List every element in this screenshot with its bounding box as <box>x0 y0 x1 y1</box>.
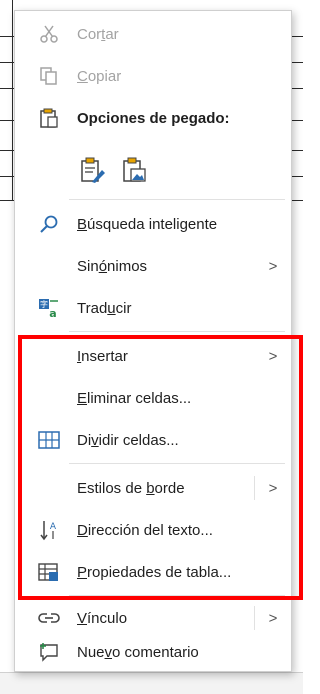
svg-text:a: a <box>49 307 56 319</box>
menu-item-label: Estilos de borde <box>77 479 185 497</box>
menu-item-copy[interactable]: Copiar <box>15 57 291 95</box>
menu-item-link[interactable]: Vínculo > <box>15 599 291 637</box>
menu-item-label: Copiar <box>77 67 122 85</box>
menu-item-text-direction[interactable]: A Dirección del texto... <box>15 511 291 549</box>
translate-icon: 字 a <box>37 296 61 320</box>
context-menu: Cortar Copiar Opciones de pegado: Búsque… <box>14 10 303 672</box>
menu-item-cut[interactable]: Cortar <box>15 15 291 53</box>
menu-item-label: Opciones de pegado: <box>77 109 230 127</box>
chevron-right-icon: > <box>268 257 278 275</box>
menu-item-label: Dividir celdas... <box>77 431 179 449</box>
menu-item-label: Eliminar celdas... <box>77 389 192 407</box>
text-direction-icon: A <box>37 518 61 542</box>
copy-icon <box>37 64 61 88</box>
table-border-line <box>12 0 13 200</box>
menu-separator <box>69 331 285 332</box>
status-bar-strip <box>0 672 303 694</box>
menu-item-border-styles[interactable]: Estilos de borde > <box>15 469 291 507</box>
table-properties-icon <box>37 560 61 584</box>
menu-item-split-cells[interactable]: Dividir celdas... <box>15 421 291 459</box>
menu-item-delete-cells[interactable]: Eliminar celdas... <box>15 379 291 417</box>
menu-item-label: Dirección del texto... <box>77 521 213 539</box>
clipboard-icon <box>37 106 61 130</box>
scissors-icon <box>37 22 61 46</box>
menu-item-label: Propiedades de tabla... <box>77 563 232 581</box>
paste-keep-formatting-icon[interactable] <box>77 155 107 185</box>
menu-item-label: Traducir <box>77 299 132 317</box>
menu-item-translate[interactable]: 字 a Traducir <box>15 289 291 327</box>
new-comment-icon <box>37 640 61 664</box>
menu-item-smart-lookup[interactable]: Búsqueda inteligente <box>15 205 291 243</box>
menu-item-label: Nuevo comentario <box>77 643 199 661</box>
menu-item-insert[interactable]: Insertar > <box>15 337 291 375</box>
paste-picture-icon[interactable] <box>119 155 149 185</box>
chevron-right-icon: > <box>268 347 278 365</box>
chevron-right-icon[interactable]: > <box>265 608 281 628</box>
menu-separator <box>69 463 285 464</box>
menu-item-paste-options: Opciones de pegado: <box>15 99 291 137</box>
menu-item-label: Sinónimos <box>77 257 148 275</box>
split-button-divider <box>254 476 255 500</box>
split-cells-icon <box>37 428 61 452</box>
menu-item-label: Vínculo <box>77 609 128 627</box>
menu-item-label: Cortar <box>77 25 119 43</box>
svg-text:字: 字 <box>40 299 48 309</box>
search-icon <box>37 212 61 236</box>
menu-item-table-properties[interactable]: Propiedades de tabla... <box>15 553 291 591</box>
link-icon <box>37 606 61 630</box>
menu-separator <box>69 199 285 200</box>
split-button-divider <box>254 606 255 630</box>
svg-text:A: A <box>50 522 57 532</box>
menu-item-new-comment[interactable]: Nuevo comentario <box>15 633 291 671</box>
paste-formats-row <box>77 151 177 189</box>
chevron-right-icon[interactable]: > <box>265 478 281 498</box>
menu-item-synonyms[interactable]: Sinónimos > <box>15 247 291 285</box>
menu-separator <box>69 595 285 596</box>
menu-item-label: Insertar <box>77 347 128 365</box>
menu-item-label: Búsqueda inteligente <box>77 215 218 233</box>
